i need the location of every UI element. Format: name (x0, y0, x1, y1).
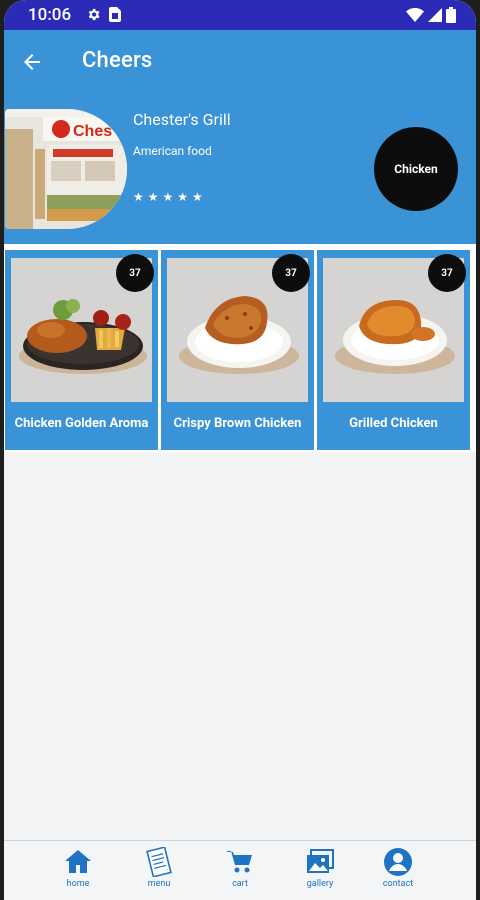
status-bar: 10:06 (4, 0, 476, 30)
status-time: 10:06 (28, 5, 72, 25)
price-badge: 37 (272, 254, 310, 292)
restaurant-name: Chester's Grill (133, 110, 231, 129)
store-sign-text: Ches (73, 123, 112, 140)
restaurant-photo[interactable]: Ches (5, 109, 127, 229)
settings-icon (88, 8, 100, 21)
price-badge: 37 (116, 254, 154, 292)
nav-menu[interactable]: menu (129, 847, 189, 889)
sim-card-icon (109, 7, 121, 22)
back-arrow-icon[interactable] (20, 50, 44, 74)
category-label: Chicken (394, 162, 438, 176)
restaurant-cuisine: American food (133, 144, 212, 158)
menu-item-card[interactable]: 37 Chicken Golden Aroma (5, 250, 158, 450)
bottom-navigation: home menu cart gallery contact (4, 840, 476, 900)
item-name: Grilled Chicken (349, 416, 438, 431)
menu-icon (146, 847, 172, 877)
menu-items-grid: 37 Chicken Golden Aroma 37 Crispy Brown … (4, 244, 476, 452)
app-bar: Cheers (4, 30, 476, 94)
category-chip-chicken[interactable]: Chicken (374, 127, 458, 211)
page-title: Cheers (82, 48, 153, 73)
cart-icon (227, 851, 252, 873)
wifi-icon (406, 8, 424, 22)
star-rating: ★★★★★ (133, 190, 207, 204)
item-name: Chicken Golden Aroma (14, 416, 149, 431)
restaurant-header: Ches Chester's Grill American food ★★★★★… (4, 94, 476, 244)
gallery-icon (307, 849, 334, 873)
signal-icon (428, 8, 442, 22)
home-icon (65, 850, 91, 873)
menu-item-card[interactable]: 37 Grilled Chicken (317, 250, 470, 450)
menu-item-card[interactable]: 37 Crispy Brown Chicken (161, 250, 314, 450)
battery-icon (446, 7, 456, 23)
app-screen: 10:06 Cheers Ches Chester's Grill Americ… (4, 0, 476, 900)
contact-icon (384, 848, 412, 876)
nav-contact[interactable]: contact (368, 847, 428, 889)
item-name: Crispy Brown Chicken (173, 416, 302, 431)
nav-cart[interactable]: cart (210, 847, 270, 889)
nav-home[interactable]: home (48, 847, 108, 889)
price-badge: 37 (428, 254, 466, 292)
nav-gallery[interactable]: gallery (290, 847, 350, 889)
